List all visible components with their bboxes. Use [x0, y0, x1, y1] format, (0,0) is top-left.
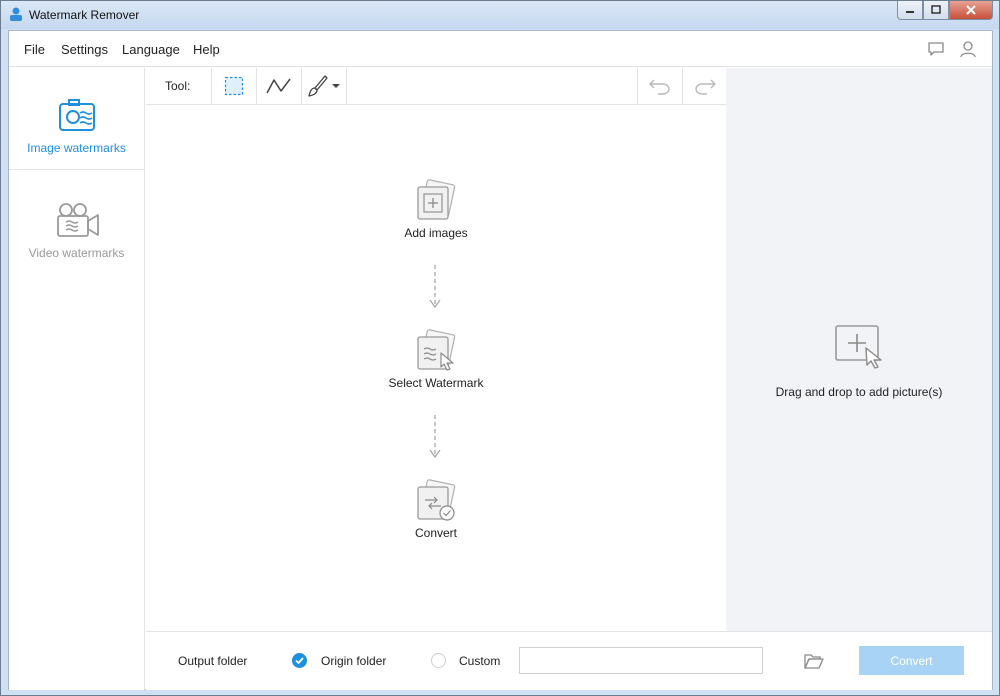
undo-icon: [649, 79, 670, 95]
client-area: File Settings Language Help Image waterm…: [8, 30, 993, 690]
origin-folder-radio[interactable]: [292, 653, 307, 668]
sidebar-item-label: Video watermarks: [28, 246, 125, 260]
chevron-down-icon: [332, 84, 340, 88]
window-controls: [897, 1, 993, 21]
menu-language[interactable]: Language: [122, 42, 180, 57]
add-picture-icon: [835, 325, 882, 369]
minimize-icon: [906, 11, 914, 13]
custom-label[interactable]: Custom: [459, 654, 500, 668]
step-label: Add images: [404, 226, 468, 240]
close-button[interactable]: [949, 1, 993, 20]
arrow-down-icon: [429, 265, 441, 309]
menu-file[interactable]: File: [24, 42, 45, 57]
app-window: Watermark Remover File Settings Language…: [0, 0, 1000, 696]
sidebar-item-label: Image watermarks: [27, 141, 126, 155]
drop-zone-label: Drag and drop to add picture(s): [775, 385, 943, 399]
window-title: Watermark Remover: [29, 8, 140, 22]
add-image-icon: [417, 179, 456, 220]
convert-button[interactable]: Convert: [859, 646, 964, 675]
custom-path-input[interactable]: [519, 647, 763, 674]
brush-icon: [308, 75, 328, 97]
tool-label: Tool:: [165, 79, 191, 93]
output-folder-label: Output folder: [178, 654, 248, 668]
rectangle-select-tool[interactable]: [211, 68, 256, 104]
workflow-canvas: Add images Select Watermark Convert: [146, 105, 726, 631]
folder-open-icon[interactable]: [803, 650, 825, 672]
minimize-button[interactable]: [897, 1, 923, 20]
arrow-down-icon: [429, 415, 441, 459]
redo-icon: [694, 79, 716, 95]
toolbar: Tool:: [146, 68, 726, 105]
polyline-tool[interactable]: [256, 68, 301, 104]
sidebar: Image watermarks Video watermarks: [9, 68, 145, 690]
polyline-icon: [266, 78, 291, 94]
undo-button[interactable]: [637, 68, 682, 104]
menu-settings[interactable]: Settings: [61, 42, 108, 57]
drop-zone[interactable]: Drag and drop to add picture(s): [726, 68, 992, 631]
brush-tool[interactable]: [301, 68, 347, 104]
step-convert: Convert: [146, 479, 726, 540]
maximize-icon: [931, 5, 941, 14]
redo-button[interactable]: [682, 68, 726, 104]
title-bar[interactable]: Watermark Remover: [1, 1, 999, 29]
video-camera-icon: [56, 203, 99, 237]
origin-folder-label[interactable]: Origin folder: [321, 654, 386, 668]
custom-radio[interactable]: [431, 653, 446, 668]
step-add-images: Add images: [146, 179, 726, 240]
sidebar-item-video-watermarks[interactable]: Video watermarks: [9, 201, 144, 260]
checkmark-icon: [295, 657, 304, 665]
step-label: Select Watermark: [388, 376, 484, 390]
step-select-watermark: Select Watermark: [146, 329, 726, 390]
rectangle-select-icon: [224, 76, 244, 96]
footer-bar: Output folder Origin folder Custom Conve…: [146, 631, 992, 690]
select-watermark-icon: [417, 329, 456, 371]
feedback-icon[interactable]: [926, 39, 946, 59]
sidebar-divider: [9, 169, 144, 170]
user-account-icon[interactable]: [958, 39, 978, 59]
step-label: Convert: [414, 526, 458, 540]
menu-help[interactable]: Help: [193, 42, 220, 57]
menu-bar: File Settings Language Help: [9, 31, 992, 67]
convert-icon: [417, 479, 456, 521]
maximize-button[interactable]: [923, 1, 949, 20]
camera-icon: [58, 99, 95, 131]
sidebar-item-image-watermarks[interactable]: Image watermarks: [9, 98, 144, 155]
close-icon: [966, 5, 976, 15]
app-logo-icon: [10, 7, 22, 21]
